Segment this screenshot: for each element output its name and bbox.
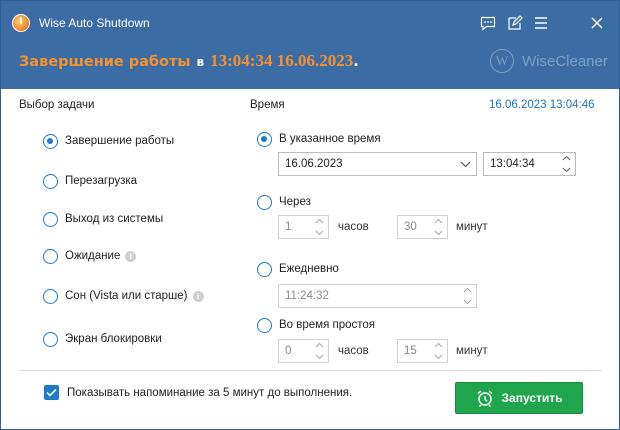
- close-icon: [591, 17, 603, 29]
- chevron-up-icon[interactable]: [434, 218, 443, 224]
- radio-after[interactable]: [257, 195, 272, 210]
- reminder-checkbox[interactable]: [44, 385, 59, 400]
- checkmark-icon: [46, 388, 57, 397]
- radio-specified-time[interactable]: [257, 132, 272, 147]
- chevron-down-icon[interactable]: [434, 230, 443, 236]
- option-restart-label: Перезагрузка: [65, 175, 138, 187]
- option-shutdown-label: Завершение работы: [65, 135, 175, 147]
- after-minutes-unit: минут: [456, 221, 488, 233]
- radio-lock-screen[interactable]: [43, 332, 58, 347]
- spinner-arrows[interactable]: [311, 341, 327, 361]
- chevron-down-icon[interactable]: [454, 153, 476, 175]
- daily-label: Ежедневно: [279, 263, 339, 275]
- feedback-icon: [480, 16, 496, 31]
- radio-daily[interactable]: [257, 262, 272, 277]
- radio-standby[interactable]: [43, 249, 58, 264]
- info-icon[interactable]: i: [125, 251, 137, 262]
- header: Wise Auto Shutdown Завершение работы в 1…: [1, 1, 619, 89]
- menu-icon: [535, 17, 547, 29]
- spinner-arrows[interactable]: [430, 217, 446, 237]
- spinner-arrows[interactable]: [430, 341, 446, 361]
- after-minutes-spinner[interactable]: 30: [397, 215, 448, 239]
- wisecleaner-brand: W WiseCleaner: [490, 49, 608, 73]
- after-hours-unit: часов: [338, 221, 369, 233]
- chevron-down-icon[interactable]: [434, 354, 443, 360]
- start-button[interactable]: Запустить: [455, 382, 583, 414]
- radio-idle[interactable]: [257, 318, 272, 333]
- main-window: Wise Auto Shutdown Завершение работы в 1…: [0, 0, 620, 430]
- chevron-up-icon[interactable]: [562, 155, 571, 161]
- after-hours-spinner[interactable]: 1: [278, 215, 329, 239]
- option-lock-screen-label: Экран блокировки: [65, 333, 162, 345]
- after-label: Через: [279, 196, 311, 208]
- option-sleep-text: Сон (Vista или старше): [65, 290, 188, 302]
- radio-shutdown[interactable]: [43, 134, 58, 149]
- footer-divider: [19, 370, 602, 371]
- after-hours-value: 1: [285, 221, 292, 233]
- option-standby-text: Ожидание: [65, 250, 121, 262]
- alarm-clock-icon: [477, 390, 492, 407]
- option-logoff-label: Выход из системы: [65, 213, 164, 225]
- spinner-arrows[interactable]: [558, 154, 574, 174]
- chevron-up-icon[interactable]: [315, 342, 324, 348]
- spinner-arrows[interactable]: [459, 286, 475, 306]
- option-sleep-label: Сон (Vista или старше) i: [65, 290, 204, 302]
- info-icon[interactable]: i: [192, 291, 204, 302]
- daily-time-value: 11:24:32: [285, 290, 329, 302]
- edit-button[interactable]: [504, 12, 526, 34]
- feedback-button[interactable]: [477, 12, 499, 34]
- radio-restart[interactable]: [43, 174, 58, 189]
- reminder-label: Показывать напоминание за 5 минут до вып…: [67, 387, 353, 399]
- option-standby-label: Ожидание i: [65, 250, 137, 262]
- idle-hours-spinner[interactable]: 0: [278, 339, 329, 363]
- headline-timestamp: 13:04:34 16.06.2023: [210, 51, 354, 70]
- idle-hours-unit: часов: [338, 345, 369, 357]
- wisecleaner-logo-icon: W: [490, 49, 514, 73]
- time-section-label: Время: [250, 99, 285, 111]
- task-section-label: Выбор задачи: [19, 99, 95, 111]
- specified-time-label: В указанное время: [279, 133, 381, 145]
- chevron-up-icon[interactable]: [463, 287, 472, 293]
- idle-label: Во время простоя: [279, 319, 376, 331]
- idle-minutes-spinner[interactable]: 15: [397, 339, 448, 363]
- headline-at: в: [196, 55, 205, 69]
- app-title: Wise Auto Shutdown: [39, 16, 150, 30]
- date-dropdown[interactable]: 16.06.2023: [278, 152, 477, 176]
- chevron-down-icon[interactable]: [315, 354, 324, 360]
- current-datetime: 16.06.2023 13:04:46: [489, 99, 595, 111]
- chevron-up-icon[interactable]: [434, 342, 443, 348]
- chevron-down-icon[interactable]: [463, 299, 472, 305]
- date-value: 16.06.2023: [285, 158, 343, 170]
- idle-hours-value: 0: [285, 345, 292, 357]
- chevron-down-icon[interactable]: [562, 167, 571, 173]
- start-button-label: Запустить: [501, 391, 563, 405]
- close-button[interactable]: [586, 12, 608, 34]
- time-spinner[interactable]: 13:04:34: [483, 152, 576, 176]
- edit-icon: [508, 15, 523, 30]
- after-minutes-value: 30: [404, 221, 417, 233]
- idle-minutes-value: 15: [404, 345, 417, 357]
- chevron-down-icon[interactable]: [315, 230, 324, 236]
- idle-minutes-unit: минут: [456, 345, 488, 357]
- radio-logoff[interactable]: [43, 212, 58, 227]
- brand-name: WiseCleaner: [522, 52, 608, 70]
- menu-button[interactable]: [530, 12, 552, 34]
- headline-dot: .: [353, 54, 359, 70]
- radio-sleep[interactable]: [43, 289, 58, 304]
- daily-time-spinner[interactable]: 11:24:32: [278, 284, 477, 308]
- spinner-arrows[interactable]: [311, 217, 327, 237]
- chevron-up-icon[interactable]: [315, 218, 324, 224]
- headline-action: Завершение работы: [19, 54, 191, 70]
- app-logo-icon: [12, 14, 30, 32]
- time-value: 13:04:34: [490, 158, 535, 170]
- schedule-headline: Завершение работы в 13:04:34 16.06.2023.: [19, 51, 359, 71]
